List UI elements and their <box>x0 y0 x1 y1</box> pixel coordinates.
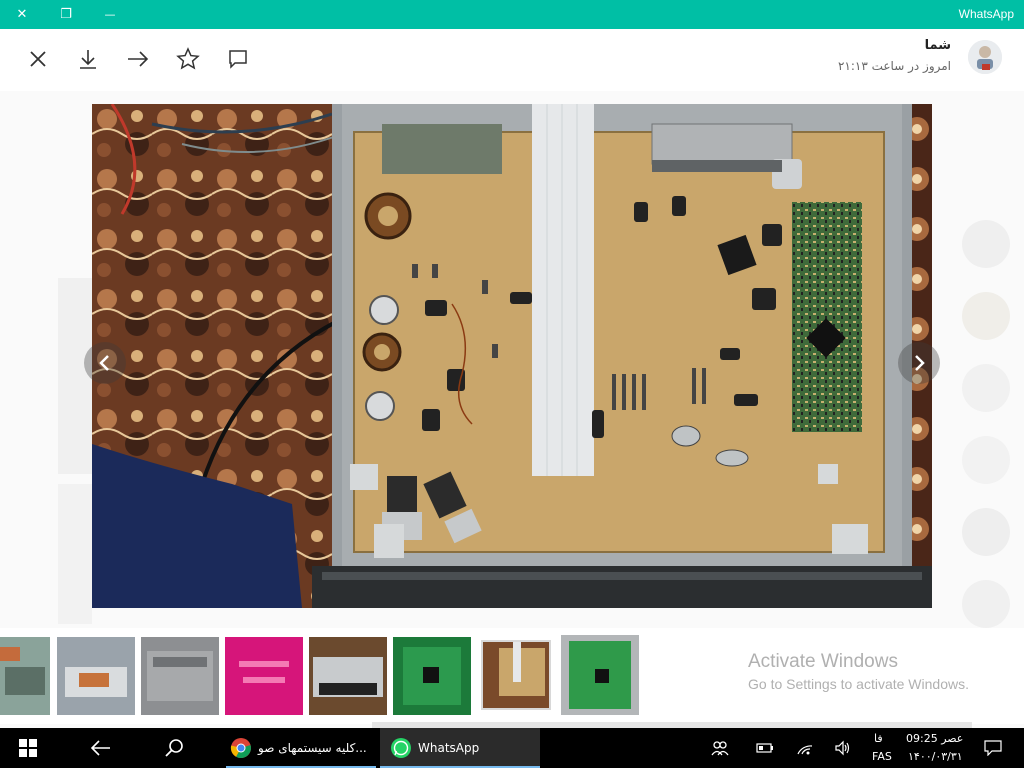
main-photo <box>92 104 932 608</box>
language-indicator[interactable]: FAS <box>872 750 892 763</box>
next-image-button[interactable] <box>898 342 940 384</box>
chat-avatar-faded <box>962 220 1010 268</box>
title-bar: ✕ ❐ — WhatsApp <box>0 0 1024 29</box>
people-icon <box>711 741 729 756</box>
thumbnail[interactable] <box>141 637 219 715</box>
previous-image-button[interactable] <box>84 342 126 384</box>
start-button[interactable] <box>0 728 56 768</box>
battery-icon <box>756 743 773 753</box>
chat-avatar-faded <box>962 580 1010 628</box>
taskbar-app-whatsapp-label: WhatsApp <box>418 741 480 755</box>
back-arrow-icon <box>90 740 110 756</box>
close-icon[interactable] <box>20 41 56 77</box>
thumbnail[interactable] <box>561 635 639 715</box>
window-title: WhatsApp <box>958 7 1014 21</box>
language-indicator-top[interactable]: فا <box>874 732 883 745</box>
thumbnail-selected[interactable] <box>481 640 551 710</box>
search-icon <box>165 739 183 757</box>
people-button[interactable] <box>704 728 736 768</box>
volume-button[interactable] <box>828 728 858 768</box>
taskbar: کلیه سیستمهای صو... WhatsApp فا FAS عصر … <box>0 728 1024 768</box>
clock-time[interactable]: عصر 09:25 <box>906 732 963 745</box>
windows-icon <box>19 739 37 757</box>
notification-icon <box>984 740 1002 756</box>
wifi-icon <box>797 745 813 755</box>
chat-avatar-faded <box>962 508 1010 556</box>
thumbnail[interactable] <box>309 637 387 715</box>
avatar[interactable] <box>968 40 1002 74</box>
restore-window-button[interactable]: ❐ <box>44 0 88 29</box>
back-button[interactable] <box>76 728 124 768</box>
taskbar-app-chrome-label: کلیه سیستمهای صو... <box>258 741 367 755</box>
thumbnail[interactable] <box>57 637 135 715</box>
taskbar-app-whatsapp[interactable]: WhatsApp <box>380 728 540 768</box>
comment-icon[interactable] <box>220 41 256 77</box>
activation-watermark: Activate Windows Go to Settings to activ… <box>748 651 969 692</box>
thumbnail[interactable] <box>393 637 471 715</box>
close-window-button[interactable]: ✕ <box>0 0 44 29</box>
chat-background-lower <box>58 484 92 624</box>
search-button[interactable] <box>150 728 198 768</box>
chat-avatar-faded <box>962 292 1010 340</box>
chat-avatar-faded <box>962 364 1010 412</box>
clock-date[interactable]: ۱۴۰۰/۰۳/۳۱ <box>908 750 963 763</box>
volume-icon <box>835 740 850 756</box>
chat-background <box>58 278 92 474</box>
media-viewer-header: شما امروز در ساعت ۲۱:۱۳ <box>0 29 1024 91</box>
thumbnail[interactable] <box>225 637 303 715</box>
sender-info: شما امروز در ساعت ۲۱:۱۳ <box>838 38 951 73</box>
battery-button[interactable] <box>750 728 780 768</box>
chrome-icon <box>230 738 251 759</box>
download-icon[interactable] <box>70 41 106 77</box>
chat-avatar-faded <box>962 436 1010 484</box>
message-timestamp: امروز در ساعت ۲۱:۱۳ <box>837 59 951 73</box>
minimize-window-button[interactable]: — <box>88 0 132 29</box>
watermark-subtitle: Go to Settings to activate Windows. <box>748 676 969 692</box>
forward-icon[interactable] <box>120 41 156 77</box>
watermark-title: Activate Windows <box>748 651 898 672</box>
sender-name: شما <box>924 38 951 53</box>
whatsapp-icon <box>391 738 411 758</box>
network-button[interactable] <box>790 728 820 768</box>
star-icon[interactable] <box>170 41 206 77</box>
thumbnail[interactable] <box>0 637 50 715</box>
action-center-button[interactable] <box>978 728 1008 768</box>
taskbar-app-chrome[interactable]: کلیه سیستمهای صو... <box>226 728 376 768</box>
